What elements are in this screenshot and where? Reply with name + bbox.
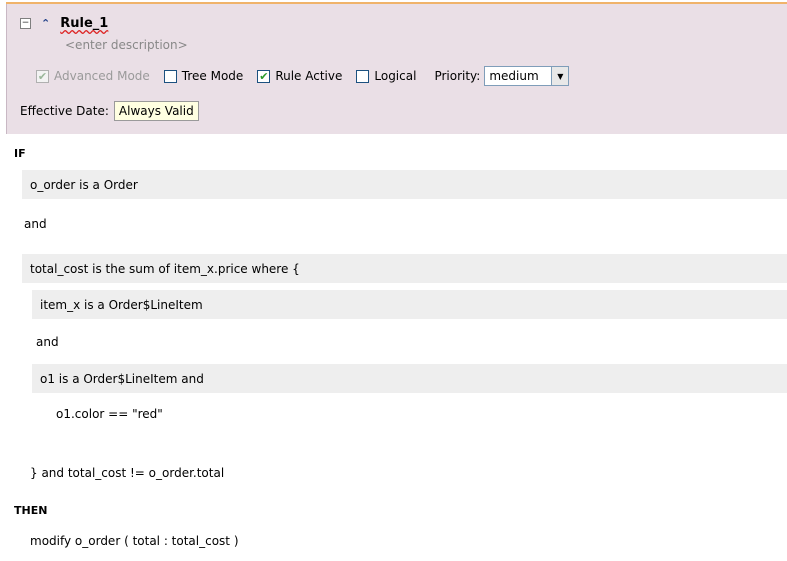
if-label: IF	[14, 147, 26, 160]
logical-checkbox[interactable]: Logical	[356, 69, 416, 83]
then-label: THEN	[14, 504, 48, 517]
rule-name[interactable]: Rule_1	[60, 16, 108, 31]
effective-date-label: Effective Date:	[20, 104, 109, 118]
test-expression-text: o1.color == "red"	[56, 406, 163, 421]
and-text: and	[24, 216, 47, 231]
double-chevron-up-icon[interactable]: ⌃	[41, 17, 50, 30]
rule-header: − ⌃ Rule_1 <enter description> ✔ Advance…	[6, 4, 787, 134]
action-text: modify o_order ( total : total_cost )	[30, 533, 239, 548]
checkbox-box	[163, 69, 177, 83]
check-icon: ✔	[257, 69, 271, 83]
advanced-mode-checkbox[interactable]: ✔ Advanced Mode	[36, 69, 150, 83]
aggregate-text: total_cost is the sum of item_x.price wh…	[30, 261, 300, 276]
condition-row[interactable]: o_order is a Order	[22, 170, 787, 199]
logical-label: Logical	[374, 69, 417, 83]
nested-condition-text: item_x is a Order$LineItem	[40, 297, 203, 312]
nested-condition-text: o1 is a Order$LineItem and	[40, 371, 204, 386]
aggregate-close-row[interactable]: } and total_cost != o_order.total	[30, 458, 224, 487]
chevron-down-icon[interactable]: ▼	[551, 67, 569, 85]
checkbox-box	[356, 69, 370, 83]
aggregate-close-text: } and total_cost != o_order.total	[30, 465, 225, 480]
priority-value: medium	[489, 69, 539, 83]
collapse-icon[interactable]: −	[20, 18, 31, 29]
tree-mode-checkbox[interactable]: Tree Mode	[163, 69, 244, 83]
condition-text: o_order is a Order	[30, 177, 138, 192]
and-operator[interactable]: and	[36, 327, 59, 356]
tree-mode-label: Tree Mode	[181, 69, 244, 83]
nested-condition-row[interactable]: o1 is a Order$LineItem and	[32, 364, 787, 393]
action-row[interactable]: modify o_order ( total : total_cost )	[30, 526, 239, 555]
effective-date-field[interactable]: Always Valid	[113, 101, 199, 121]
priority-select[interactable]: medium ▼	[484, 66, 570, 86]
and-text: and	[36, 334, 59, 349]
check-icon: ✔	[36, 69, 49, 83]
and-operator[interactable]: and	[24, 209, 47, 238]
advanced-mode-label: Advanced Mode	[54, 69, 150, 83]
test-expression[interactable]: o1.color == "red"	[56, 399, 163, 428]
aggregate-row[interactable]: total_cost is the sum of item_x.price wh…	[22, 254, 787, 283]
nested-condition-row[interactable]: item_x is a Order$LineItem	[32, 290, 787, 319]
rule-description[interactable]: <enter description>	[65, 38, 188, 52]
rule-active-label: Rule Active	[275, 69, 343, 83]
rule-active-checkbox[interactable]: ✔ Rule Active	[257, 69, 342, 83]
priority-label: Priority:	[434, 69, 481, 83]
